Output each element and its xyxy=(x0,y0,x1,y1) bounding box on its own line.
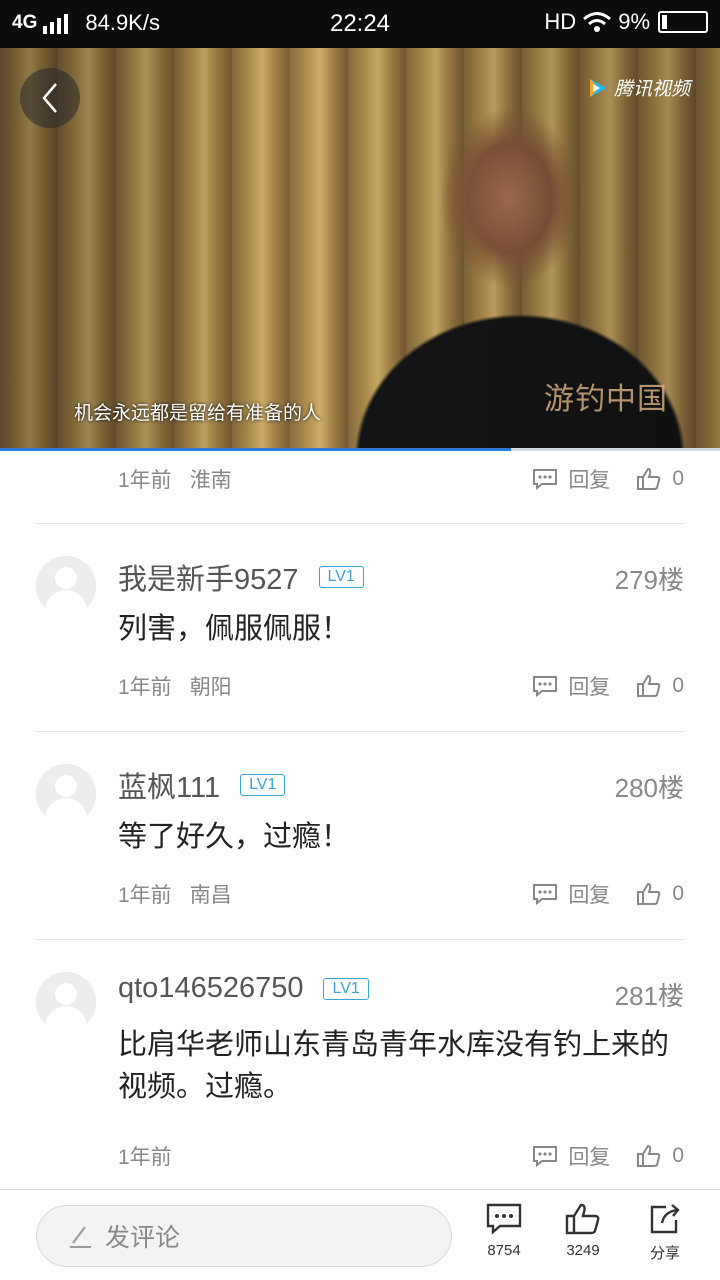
bottom-bar: 发评论 8754 3249 分享 xyxy=(0,1189,720,1280)
like-video-button[interactable]: 3249 xyxy=(543,1202,623,1259)
avatar[interactable] xyxy=(36,556,96,616)
video-subtitle: 机会永远都是留给有准备的人 xyxy=(74,403,322,424)
like-button[interactable]: 0 xyxy=(636,1144,684,1168)
comment-time: 1年前 xyxy=(118,884,172,907)
status-bar: 4G 84.9K/s 22:24 HD 9% xyxy=(0,0,720,48)
comment-actions: 回复 0 xyxy=(532,459,684,499)
comment-text: 列害，佩服佩服！ xyxy=(118,613,351,645)
comment-list[interactable]: 1年前 淮南 回复 0 我是新手9527 LV1 279楼 列害，佩服佩服！ 1… xyxy=(0,451,720,1189)
divider xyxy=(36,731,684,732)
battery-percent: 9% xyxy=(618,9,650,34)
comment-text: 等了好久，过瘾！ xyxy=(118,821,351,853)
comment-location: 南昌 xyxy=(189,884,232,907)
thumbs-up-icon xyxy=(637,1144,661,1167)
divider xyxy=(36,939,684,940)
comment-bubble-icon xyxy=(533,1146,558,1168)
reply-button[interactable]: 回复 xyxy=(532,879,610,909)
comment-bubble-icon xyxy=(533,884,558,906)
comment-user: 我是新手9527 LV1 xyxy=(118,556,364,598)
comment-bubble-icon xyxy=(533,469,558,491)
comment-meta: 1年前 淮南 回复 0 xyxy=(118,459,684,499)
username[interactable]: qto146526750 xyxy=(118,972,303,1005)
video-player[interactable]: 腾讯视频 游钓中国 机会永远都是留给有准备的人 xyxy=(0,48,720,448)
wifi-icon xyxy=(583,12,612,32)
like-button[interactable]: 0 xyxy=(636,674,684,698)
level-badge: LV1 xyxy=(240,774,286,796)
chevron-left-icon xyxy=(42,83,57,113)
program-watermark: 游钓中国 xyxy=(544,382,668,417)
reply-button[interactable]: 回复 xyxy=(532,671,610,701)
comment-time: 1年前 xyxy=(118,469,172,492)
hd-indicator: HD xyxy=(544,9,577,34)
comment-placeholder: 发评论 xyxy=(105,1224,181,1252)
comment-actions: 回复 0 xyxy=(532,666,684,706)
comment-meta: 1年前 回复 0 xyxy=(118,1136,684,1176)
username[interactable]: 蓝枫111 xyxy=(118,764,220,806)
comment-count: 8754 xyxy=(487,1242,521,1259)
avatar[interactable] xyxy=(36,972,96,1032)
comments-button[interactable]: 8754 xyxy=(464,1202,544,1259)
battery-icon xyxy=(658,11,708,33)
like-button[interactable]: 0 xyxy=(636,882,684,906)
thumbs-up-icon xyxy=(637,674,661,697)
pencil-icon xyxy=(70,1226,91,1248)
comment-meta: 1年前 南昌 回复 0 xyxy=(118,874,684,914)
comment-bubble-icon xyxy=(486,1203,522,1235)
share-icon xyxy=(650,1204,680,1234)
level-badge: LV1 xyxy=(318,566,364,588)
floor-number: 280楼 xyxy=(614,773,684,803)
divider xyxy=(36,523,684,524)
like-button[interactable]: 0 xyxy=(636,467,684,491)
thumbs-up-icon xyxy=(637,882,661,905)
status-right: HD 9% xyxy=(544,9,708,35)
comment-actions: 回复 0 xyxy=(532,1136,684,1176)
back-button[interactable] xyxy=(20,68,80,128)
play-logo-icon xyxy=(589,78,607,97)
avatar[interactable] xyxy=(36,764,96,824)
reply-button[interactable]: 回复 xyxy=(532,464,610,494)
floor-number: 281楼 xyxy=(614,981,684,1011)
thumbs-up-icon xyxy=(565,1203,600,1235)
thumbs-up-icon xyxy=(637,467,661,490)
comment-text: 比肩华老师山东青岛青年水库没有钓上来的视频。过瘾。 xyxy=(118,1029,670,1103)
comment-user: qto146526750 LV1 xyxy=(118,972,369,1005)
comment-bubble-icon xyxy=(533,676,558,698)
comment-input[interactable]: 发评论 xyxy=(36,1205,452,1267)
brand-name: 腾讯视频 xyxy=(613,79,690,100)
comment-user: 蓝枫111 LV1 xyxy=(118,764,286,806)
comment-meta: 1年前 朝阳 回复 0 xyxy=(118,666,684,706)
username[interactable]: 我是新手9527 xyxy=(118,556,299,598)
reply-button[interactable]: 回复 xyxy=(532,1141,610,1171)
tencent-video-logo: 腾讯视频 xyxy=(586,74,690,101)
level-badge: LV1 xyxy=(323,977,369,1000)
floor-number: 279楼 xyxy=(614,565,684,595)
comment-time: 1年前 xyxy=(118,676,172,699)
comment-location: 朝阳 xyxy=(189,676,232,699)
share-button[interactable]: 分享 xyxy=(625,1202,705,1263)
comment-actions: 回复 0 xyxy=(532,874,684,914)
share-label: 分享 xyxy=(649,1245,680,1262)
like-count: 3249 xyxy=(566,1242,600,1259)
comment-location: 淮南 xyxy=(189,469,232,492)
comment-time: 1年前 xyxy=(118,1146,172,1169)
